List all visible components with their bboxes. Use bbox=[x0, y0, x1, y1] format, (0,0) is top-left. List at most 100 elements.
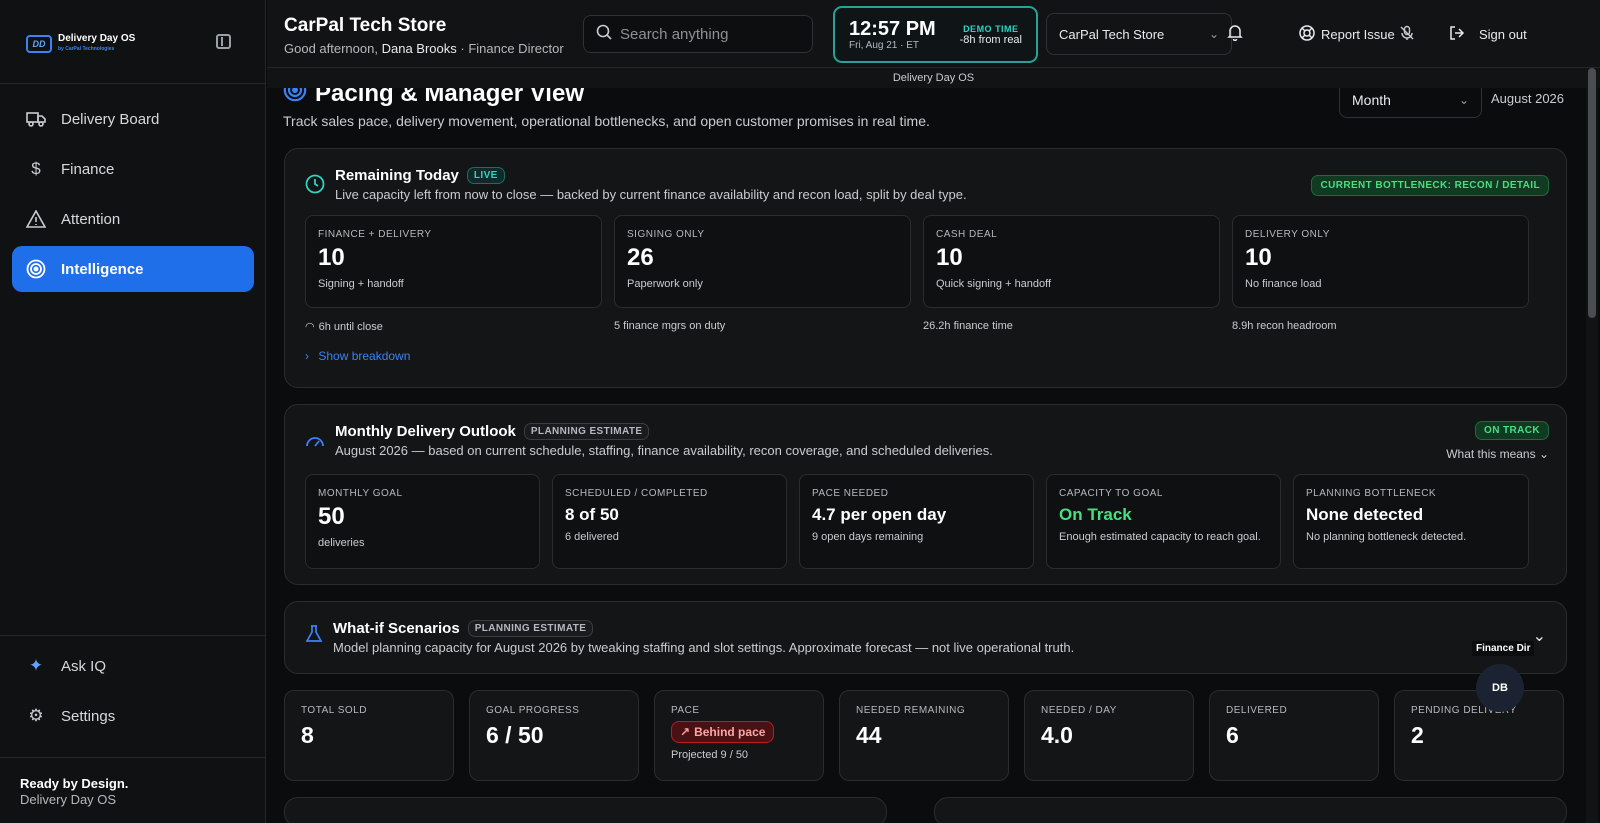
chevron-down-icon: ⌄ bbox=[1208, 27, 1219, 41]
metric-note: Enough estimated capacity to reach goal. bbox=[1059, 531, 1261, 543]
metric-delivery-only: DELIVERY ONLY 10 No finance load bbox=[1232, 215, 1529, 308]
footnote-close: ◠ 6h until close bbox=[305, 320, 383, 334]
metric-pace-needed: PACE NEEDED 4.7 per open day 9 open days… bbox=[799, 474, 1034, 569]
notifications-button[interactable] bbox=[1227, 22, 1243, 46]
metric-capacity-to-goal: CAPACITY TO GOAL On Track Enough estimat… bbox=[1046, 474, 1281, 569]
what-this-means-toggle[interactable]: What this means ⌄ bbox=[1446, 447, 1549, 461]
demo-clock[interactable]: 12:57 PM Fri, Aug 21 · ET DEMO TIME -8h … bbox=[833, 6, 1038, 63]
sidebar-item-label: Ask IQ bbox=[61, 657, 107, 675]
sidebar-item-settings[interactable]: ⚙ Settings bbox=[12, 696, 254, 736]
stat-value: 44 bbox=[856, 722, 882, 748]
sidebar-item-intelligence[interactable]: Intelligence bbox=[12, 246, 254, 292]
sidebar-item-delivery-board[interactable]: Delivery Board bbox=[12, 96, 254, 142]
footer-subtitle: Delivery Day OS bbox=[20, 792, 117, 807]
sidebar-item-label: Attention bbox=[61, 210, 121, 228]
chevron-right-icon: › bbox=[305, 349, 309, 363]
footnote-recon-headroom: 8.9h recon headroom bbox=[1232, 320, 1337, 332]
scrollbar-thumb[interactable] bbox=[1588, 68, 1596, 318]
avatar[interactable]: DB bbox=[1476, 664, 1524, 712]
metric-value: 26 bbox=[627, 244, 654, 271]
stat-needed-per-day: NEEDED / DAY 4.0 bbox=[1024, 690, 1194, 781]
user-name: Dana Brooks bbox=[381, 41, 457, 56]
collapse-sidebar-icon[interactable] bbox=[216, 34, 231, 49]
stat-needed-remaining: NEEDED REMAINING 44 bbox=[839, 690, 1009, 781]
page-title-text: Pacing & Manager View bbox=[315, 88, 584, 107]
metric-cash-deal: CASH DEAL 10 Quick signing + handoff bbox=[923, 215, 1220, 308]
metric-value: 10 bbox=[318, 244, 345, 271]
stat-label: DELIVERED bbox=[1226, 705, 1288, 716]
role-label: Finance Dir bbox=[1472, 641, 1535, 656]
target-icon bbox=[25, 258, 47, 280]
metric-label: PACE NEEDED bbox=[812, 488, 889, 499]
demo-time-label: DEMO TIME bbox=[963, 23, 1019, 34]
mute-mic-button[interactable] bbox=[1399, 22, 1415, 46]
next-card-right bbox=[934, 797, 1567, 823]
clock-time: 12:57 PM bbox=[849, 18, 936, 40]
behind-pace-badge: ↗ Behind pace bbox=[671, 721, 775, 743]
metric-note: Signing + handoff bbox=[318, 278, 404, 290]
stat-value: 4.0 bbox=[1041, 722, 1073, 748]
store-select[interactable]: CarPal Tech Store ⌄ bbox=[1046, 13, 1232, 55]
stat-pending-delivery: PENDING DELIVERY 2 bbox=[1394, 690, 1564, 781]
stat-pace: PACE ↗ Behind pace Projected 9 / 50 bbox=[654, 690, 824, 781]
card-title: What-if Scenarios bbox=[333, 620, 460, 637]
app-root: DD Delivery Day OS by CarPal Technologie… bbox=[0, 0, 1600, 823]
truck-icon bbox=[25, 108, 47, 130]
chevron-down-icon[interactable]: ⌄ bbox=[1533, 626, 1546, 646]
user-role: · Finance Director bbox=[460, 41, 564, 56]
chevron-down-icon: ⌄ bbox=[1538, 447, 1549, 461]
report-issue-button[interactable]: Report Issue bbox=[1299, 22, 1395, 46]
pace-pill-label: Behind pace bbox=[694, 725, 766, 739]
lifebuoy-icon bbox=[1299, 24, 1315, 44]
sidebar-item-attention[interactable]: Attention bbox=[12, 196, 254, 242]
app-subheader: Delivery Day OS bbox=[267, 68, 1600, 88]
sidebar-nav: Delivery Board $ Finance Attention Intel… bbox=[12, 96, 254, 296]
sidebar-footer: Ready by Design. Delivery Day OS bbox=[0, 757, 266, 823]
search-box[interactable] bbox=[583, 15, 813, 53]
sign-out-button[interactable]: Sign out bbox=[1449, 22, 1527, 46]
card-description: Model planning capacity for August 2026 … bbox=[333, 640, 1075, 655]
card-title: Monthly Delivery Outlook bbox=[335, 423, 516, 440]
metric-label: SIGNING ONLY bbox=[627, 229, 705, 240]
logo[interactable]: DD Delivery Day OS by CarPal Technologie… bbox=[26, 33, 135, 55]
gauge-icon: ◠ bbox=[305, 321, 315, 333]
footnote-finance-time: 26.2h finance time bbox=[923, 320, 1013, 332]
bell-icon bbox=[1227, 24, 1243, 44]
gauge-icon bbox=[305, 431, 325, 458]
period-select[interactable]: Month ⌄ bbox=[1339, 88, 1482, 118]
metric-monthly-goal: MONTHLY GOAL 50 deliveries bbox=[305, 474, 540, 569]
greeting: Good afternoon, Dana Brooks · Finance Di… bbox=[284, 41, 564, 56]
sidebar-item-ask-iq[interactable]: ✦ Ask IQ bbox=[12, 646, 254, 686]
logo-mark: DD bbox=[26, 35, 52, 53]
page-title: Pacing & Manager View bbox=[283, 88, 584, 109]
footer-title: Ready by Design. bbox=[20, 776, 129, 791]
sign-out-icon bbox=[1449, 25, 1465, 44]
stat-value: 8 bbox=[301, 722, 314, 748]
sidebar-item-finance[interactable]: $ Finance bbox=[12, 146, 254, 192]
planning-estimate-badge: PLANNING ESTIMATE bbox=[467, 620, 594, 637]
show-breakdown-link[interactable]: › Show breakdown bbox=[305, 349, 410, 363]
chevron-down-icon: ⌄ bbox=[1458, 93, 1469, 107]
search-input[interactable] bbox=[620, 25, 800, 43]
main-content: Pacing & Manager View Track sales pace, … bbox=[267, 88, 1585, 823]
sidebar-bottom-nav: ✦ Ask IQ ⚙ Settings bbox=[0, 635, 266, 740]
clock-date: Fri, Aug 21 · ET bbox=[849, 40, 920, 51]
dollar-icon: $ bbox=[31, 159, 41, 178]
gear-icon: ⚙ bbox=[28, 706, 44, 725]
sidebar: DD Delivery Day OS by CarPal Technologie… bbox=[0, 0, 266, 823]
target-icon bbox=[283, 88, 307, 109]
monthly-outlook-card: Monthly Delivery Outlook PLANNING ESTIMA… bbox=[284, 404, 1567, 585]
metric-label: MONTHLY GOAL bbox=[318, 488, 403, 499]
metric-note: No finance load bbox=[1245, 278, 1322, 290]
what-if-card[interactable]: What-if Scenarios PLANNING ESTIMATE Mode… bbox=[284, 601, 1567, 674]
logo-subtext: by CarPal Technologies bbox=[58, 46, 115, 52]
metric-value: 8 of 50 bbox=[565, 505, 619, 524]
stat-goal-progress: GOAL PROGRESS 6 / 50 bbox=[469, 690, 639, 781]
metric-value: On Track bbox=[1059, 505, 1132, 524]
metric-value: 4.7 per open day bbox=[812, 505, 947, 524]
card-title: Remaining Today bbox=[335, 167, 459, 184]
metric-note: deliveries bbox=[318, 537, 365, 549]
scrollbar[interactable] bbox=[1586, 68, 1598, 823]
sidebar-item-label: Delivery Board bbox=[61, 110, 160, 128]
what-this-means-label: What this means bbox=[1446, 447, 1536, 461]
